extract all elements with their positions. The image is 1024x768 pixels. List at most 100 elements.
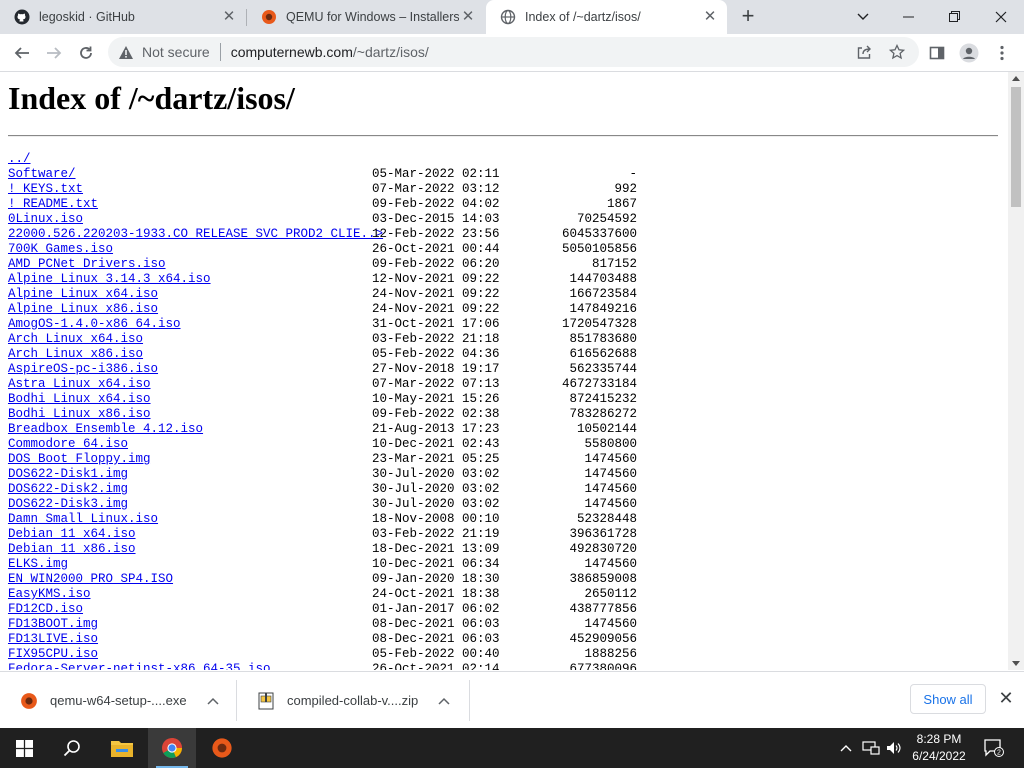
file-link[interactable]: FD13BOOT.img	[8, 617, 98, 631]
forward-icon[interactable]	[41, 40, 67, 66]
file-link[interactable]: AMD PCNet Drivers.iso	[8, 257, 166, 271]
minimize-icon[interactable]	[886, 0, 932, 34]
close-tab-icon[interactable]: ✕	[220, 8, 238, 26]
file-listing: ../Software/05-Mar-2022 02:11-! KEYS.txt…	[8, 152, 637, 670]
notifications-icon[interactable]: 2	[982, 728, 1006, 768]
network-icon[interactable]	[860, 728, 882, 768]
file-link[interactable]: Debian 11 x64.iso	[8, 527, 136, 541]
listing-row: Alpine Linux x86.iso 24-Nov-2021 09:22 147…	[8, 302, 637, 317]
file-size: 1867	[606, 197, 637, 211]
new-tab-icon[interactable]: +	[736, 5, 760, 29]
file-link[interactable]: ! README.txt	[8, 197, 98, 211]
file-link[interactable]: Fedora-Server-netinst-x86_64-35.iso	[8, 662, 271, 670]
download-item-zip[interactable]: compiled-collab-v....zip	[237, 672, 469, 729]
bookmark-star-icon[interactable]	[887, 42, 907, 62]
url-text[interactable]: computernewb.com/~dartz/isos/	[231, 44, 429, 60]
file-date: 08-Dec-2021 06:03	[372, 617, 500, 631]
file-link[interactable]: Debian 11 x86.iso	[8, 542, 136, 556]
globe-icon	[500, 9, 516, 25]
close-tab-icon[interactable]: ✕	[701, 8, 719, 26]
system-clock[interactable]: 8:28 PM 6/24/2022	[900, 731, 978, 765]
listing-row: Software/05-Mar-2022 02:11 -	[8, 167, 637, 182]
file-link[interactable]: Astra Linux x64.iso	[8, 377, 151, 391]
file-link[interactable]: ../	[8, 152, 31, 166]
scrollbar-thumb[interactable]	[1011, 87, 1021, 207]
file-date: 23-Mar-2021 05:25	[372, 452, 500, 466]
reload-icon[interactable]	[73, 40, 99, 66]
side-panel-icon[interactable]	[926, 42, 948, 64]
file-link[interactable]: DOS622-Disk3.img	[8, 497, 128, 511]
file-link[interactable]: Alpine Linux x64.iso	[8, 287, 158, 301]
file-link[interactable]: DOS622-Disk1.img	[8, 467, 128, 481]
warning-icon[interactable]	[118, 45, 136, 60]
close-shelf-icon[interactable]: ✕	[996, 688, 1016, 708]
file-link[interactable]: DOS622-Disk2.img	[8, 482, 128, 496]
file-link[interactable]: Commodore 64.iso	[8, 437, 128, 451]
file-link[interactable]: Arch Linux x64.iso	[8, 332, 143, 346]
download-filename: qemu-w64-setup-....exe	[50, 693, 187, 708]
listing-row: DOS Boot Floppy.img 23-Mar-2021 05:25 1474…	[8, 452, 637, 467]
qemu-taskbar-icon[interactable]	[198, 728, 246, 768]
address-bar[interactable]: Not secure computernewb.com/~dartz/isos/	[108, 37, 919, 67]
show-all-button[interactable]: Show all	[910, 684, 986, 714]
file-link[interactable]: Alpine Linux x86.iso	[8, 302, 158, 316]
tab-github[interactable]: legoskid · GitHub ✕	[0, 0, 246, 34]
download-item-qemu[interactable]: qemu-w64-setup-....exe	[0, 672, 236, 729]
listing-row: FD13LIVE.iso 08-Dec-2021 06:03 452909056	[8, 632, 637, 647]
qemu-icon	[261, 9, 277, 25]
listing-row: AspireOS-pc-i386.iso 27-Nov-2018 19:17 562…	[8, 362, 637, 377]
security-label[interactable]: Not secure	[142, 44, 210, 60]
close-window-icon[interactable]	[978, 0, 1024, 34]
url-host: computernewb.com	[230, 44, 353, 60]
file-link[interactable]: EasyKMS.iso	[8, 587, 91, 601]
file-explorer-icon[interactable]	[98, 728, 146, 768]
file-link[interactable]: Alpine Linux 3.14.3 x64.iso	[8, 272, 211, 286]
profile-avatar-icon[interactable]	[958, 42, 980, 64]
file-link[interactable]: AspireOS-pc-i386.iso	[8, 362, 158, 376]
scroll-up-arrow-icon[interactable]	[1012, 76, 1020, 81]
chrome-taskbar-icon[interactable]	[148, 728, 196, 768]
close-tab-icon[interactable]: ✕	[459, 8, 477, 26]
listing-row: Debian 11 x64.iso 03-Feb-2022 21:19 396361…	[8, 527, 637, 542]
file-date: 09-Feb-2022 02:38	[372, 407, 500, 421]
restore-icon[interactable]	[932, 0, 978, 34]
listing-row: 22000.526.220203-1933.CO_RELEASE_SVC_PRO…	[8, 227, 637, 242]
file-link[interactable]: 700K Games.iso	[8, 242, 113, 256]
file-link[interactable]: FD12CD.iso	[8, 602, 83, 616]
show-hidden-icons-icon[interactable]	[836, 728, 856, 768]
file-link[interactable]: AmogOS-1.4.0-x86_64.iso	[8, 317, 181, 331]
scroll-down-arrow-icon[interactable]	[1012, 661, 1020, 666]
file-link[interactable]: FIX95CPU.iso	[8, 647, 98, 661]
file-link[interactable]: 22000.526.220203-1933.CO_RELEASE_SVC_PRO…	[8, 227, 383, 241]
file-link[interactable]: FD13LIVE.iso	[8, 632, 98, 646]
file-link[interactable]: 0Linux.iso	[8, 212, 83, 226]
file-link[interactable]: DOS Boot Floppy.img	[8, 452, 151, 466]
chevron-up-icon[interactable]	[207, 693, 219, 708]
tab-search-icon[interactable]	[840, 0, 886, 34]
share-icon[interactable]	[854, 42, 874, 62]
file-link[interactable]: ! KEYS.txt	[8, 182, 83, 196]
listing-row: EasyKMS.iso 24-Oct-2021 18:38 2650112	[8, 587, 637, 602]
file-link[interactable]: Bodhi Linux x64.iso	[8, 392, 151, 406]
menu-kebab-icon[interactable]	[991, 42, 1013, 64]
file-date: 27-Nov-2018 19:17	[372, 362, 500, 376]
file-link[interactable]: ELKS.img	[8, 557, 68, 571]
search-icon[interactable]	[48, 728, 96, 768]
listing-row: DOS622-Disk1.img 30-Jul-2020 03:02 1474560	[8, 467, 637, 482]
file-link[interactable]: Bodhi Linux x86.iso	[8, 407, 151, 421]
windows-start-icon[interactable]	[0, 728, 48, 768]
file-link[interactable]: Arch Linux x86.iso	[8, 347, 143, 361]
file-size: 147849216	[569, 302, 637, 316]
file-date: 18-Dec-2021 13:09	[372, 542, 500, 556]
listing-row: 700K Games.iso 26-Oct-2021 00:44 505010585…	[8, 242, 637, 257]
tab-index-isos[interactable]: Index of /~dartz/isos/ ✕	[486, 0, 727, 34]
file-link[interactable]: EN_WIN2000_PRO_SP4.ISO	[8, 572, 173, 586]
file-link[interactable]: Damn Small Linux.iso	[8, 512, 158, 526]
vertical-scrollbar[interactable]	[1008, 72, 1024, 670]
download-filename: compiled-collab-v....zip	[287, 693, 419, 708]
chevron-up-icon[interactable]	[438, 693, 450, 708]
tab-qemu[interactable]: QEMU for Windows – Installers (6 ✕	[247, 0, 485, 34]
file-link[interactable]: Software/	[8, 167, 76, 181]
back-icon[interactable]	[9, 40, 35, 66]
file-link[interactable]: Breadbox Ensemble 4.12.iso	[8, 422, 203, 436]
